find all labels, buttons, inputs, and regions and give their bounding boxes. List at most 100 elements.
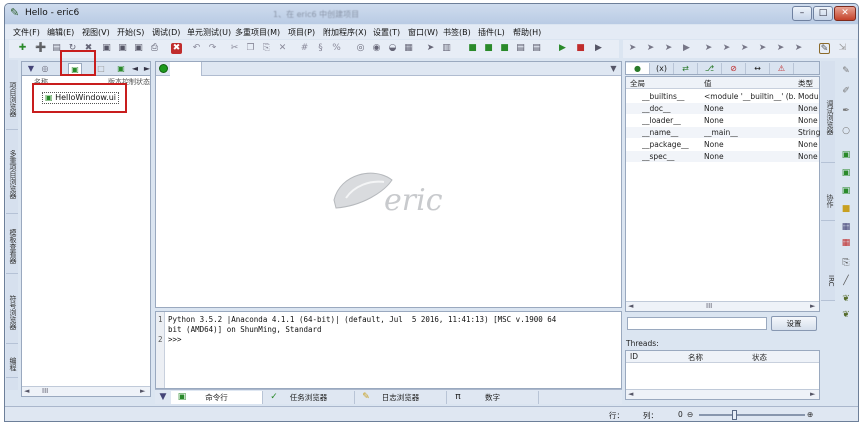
vars-header-type[interactable]: 类型 — [798, 78, 813, 89]
stop-icon[interactable]: ✖ — [171, 43, 182, 54]
breakpoint-icon[interactable]: ➤ — [703, 43, 714, 54]
watchpoints-tab[interactable]: ↔ — [746, 63, 770, 74]
shell-panel[interactable]: 1 2 Python 3.5.2 |Anaconda 4.1.1 (64-bit… — [155, 311, 622, 389]
vtab-project-browser[interactable]: 项目浏览器 — [6, 70, 18, 130]
green-tool-2-icon[interactable]: ▣ — [840, 167, 852, 179]
tab-list-dropdown-icon[interactable]: ▼ — [608, 64, 619, 74]
vtab-coding[interactable]: 编程 — [6, 350, 18, 378]
line-tool-icon[interactable]: ╱ — [840, 275, 852, 287]
threads-header-state[interactable]: 状态 — [752, 352, 767, 363]
grid-tool-icon[interactable]: ▦ — [840, 237, 852, 249]
variable-row[interactable]: __name__ __main__ String — [626, 127, 820, 138]
new-project-icon[interactable]: ✚ — [17, 43, 28, 54]
threads-horizontal-scrollbar[interactable]: ◄ ► — [626, 389, 819, 399]
breakpoint-prev-icon[interactable]: ➤ — [739, 43, 750, 54]
step-icon[interactable]: ➤ — [627, 43, 638, 54]
step-stop-icon[interactable]: ▶ — [681, 43, 692, 54]
step-over-icon[interactable]: ➤ — [645, 43, 656, 54]
zoom-slider-track[interactable] — [699, 414, 805, 416]
vtab-symbol-browser[interactable]: 符号浏览器 — [6, 282, 18, 344]
scroll-right-icon[interactable]: ► — [810, 302, 815, 311]
maximize-button[interactable]: □ — [813, 6, 833, 21]
scroll-grip[interactable]: III — [42, 387, 48, 396]
menu-bookmarks[interactable]: 书签(B) — [443, 27, 471, 38]
sources-tab-icon[interactable]: ◎ — [38, 63, 52, 75]
run-script-icon[interactable]: ■ — [467, 43, 478, 54]
scroll-right-icon[interactable]: ► — [140, 387, 145, 396]
project-horizontal-scrollbar[interactable]: ◄ III ► — [22, 386, 150, 396]
variable-row[interactable]: __builtins__ <module '__builtin__' (b...… — [626, 91, 819, 102]
scroll-left-icon[interactable]: ◄ — [24, 387, 29, 396]
menu-help[interactable]: 帮助(H) — [513, 27, 541, 38]
locals-tab[interactable]: (x) — [650, 63, 674, 74]
tab-numbers[interactable]: π 数字 — [447, 391, 539, 404]
leaf-tool-icon[interactable]: ❦ — [840, 293, 852, 305]
green-tool-icon[interactable]: ▣ — [840, 149, 852, 161]
replace-icon[interactable]: ▦ — [403, 43, 414, 54]
eraser-tool-icon[interactable]: ✐ — [840, 85, 852, 97]
globals-tab[interactable]: ● — [626, 63, 650, 74]
editor-area[interactable]: ▼ eric — [155, 61, 622, 308]
menu-debug[interactable]: 调试(D) — [152, 27, 180, 38]
filter-set-button[interactable]: 设置 — [771, 316, 817, 331]
run-project-icon[interactable]: ■ — [483, 43, 494, 54]
exceptions-tab[interactable]: ⚠ — [770, 63, 794, 74]
variable-row[interactable]: __loader__ None None — [626, 115, 819, 126]
go-icon[interactable]: ▶ — [557, 43, 568, 54]
close-button[interactable]: ✕ — [834, 6, 856, 21]
menu-unittest[interactable]: 单元测试(U) — [187, 27, 231, 38]
shell-prompt[interactable]: >>> — [168, 335, 182, 344]
breakpoints-tab[interactable]: ⊘ — [722, 63, 746, 74]
bookmark-icon[interactable]: ➤ — [757, 43, 768, 54]
vtab-irc[interactable]: IRC — [821, 261, 835, 301]
vars-header-name[interactable]: 全局 — [630, 78, 645, 89]
scroll-right-icon[interactable]: ► — [810, 390, 815, 399]
circle-tool-icon[interactable]: ○ — [840, 125, 852, 137]
copy-icon[interactable]: ❐ — [245, 43, 256, 54]
pencil-tool-icon[interactable]: ✎ — [840, 65, 852, 77]
profile-icon[interactable]: ▤ — [531, 43, 542, 54]
zoom-slider-handle[interactable] — [732, 410, 737, 420]
translations-tab-icon[interactable]: □ — [94, 63, 108, 75]
menu-plugins[interactable]: 插件(L) — [478, 27, 505, 38]
search-next-icon[interactable]: ◉ — [371, 43, 382, 54]
redo-icon[interactable]: ↷ — [207, 43, 218, 54]
scroll-left-icon[interactable]: ◄ — [628, 390, 633, 399]
coverage-icon[interactable]: ▤ — [515, 43, 526, 54]
tab-task-viewer[interactable]: ✓ 任务浏览器 — [263, 391, 355, 404]
bottom-filter-icon[interactable]: ▼ — [157, 391, 169, 403]
menu-view[interactable]: 视图(V) — [82, 27, 110, 38]
print-icon[interactable]: ⎙ — [149, 43, 160, 54]
variable-row[interactable]: __package__ None None — [626, 139, 819, 150]
callstack-trace-tab[interactable]: ⎇ — [698, 63, 722, 74]
zoom-in-icon[interactable]: ⊕ — [807, 410, 813, 419]
paste-icon[interactable]: ⎘ — [261, 43, 272, 54]
clipboard-tool-icon[interactable]: ⎘ — [840, 257, 852, 269]
select-icon[interactable]: ⇲ — [837, 43, 848, 54]
debug-script-icon[interactable]: ■ — [499, 43, 510, 54]
stop-debug-icon[interactable]: ■ — [575, 43, 586, 54]
variables-filter-input[interactable] — [627, 317, 767, 330]
bookmark-prev-icon[interactable]: ➤ — [793, 43, 804, 54]
save-as-icon[interactable]: ▣ — [117, 43, 128, 54]
step-out-icon[interactable]: ➤ — [663, 43, 674, 54]
scroll-left-icon[interactable]: ◄ — [628, 302, 633, 311]
minimize-button[interactable]: – — [792, 6, 812, 21]
variable-row[interactable]: __doc__ None None — [626, 103, 819, 114]
cut-icon[interactable]: ✂ — [229, 43, 240, 54]
variable-row[interactable]: __spec__ None None — [626, 151, 819, 162]
vtab-template-viewer[interactable]: 模板查看器 — [6, 220, 18, 274]
variables-horizontal-scrollbar[interactable]: ◄ III ► — [626, 301, 819, 311]
threads-header-name[interactable]: 名称 — [688, 352, 703, 363]
yellow-tool-icon[interactable]: ■ — [840, 203, 852, 215]
search-icon[interactable]: ◎ — [355, 43, 366, 54]
threads-header-id[interactable]: ID — [630, 352, 638, 361]
goto-icon[interactable]: ➤ — [425, 43, 436, 54]
menu-window[interactable]: 窗口(W) — [408, 27, 438, 38]
tab-log-viewer[interactable]: ✎ 日志浏览器 — [355, 391, 447, 404]
new-file-icon[interactable]: ➕ — [35, 43, 46, 54]
vtab-multiproject-browser[interactable]: 多重项目浏览器 — [6, 136, 18, 214]
green-tool-3-icon[interactable]: ▣ — [840, 185, 852, 197]
toggle-comment-icon[interactable]: % — [331, 43, 342, 54]
filter-icon[interactable]: ▼ — [24, 63, 38, 75]
